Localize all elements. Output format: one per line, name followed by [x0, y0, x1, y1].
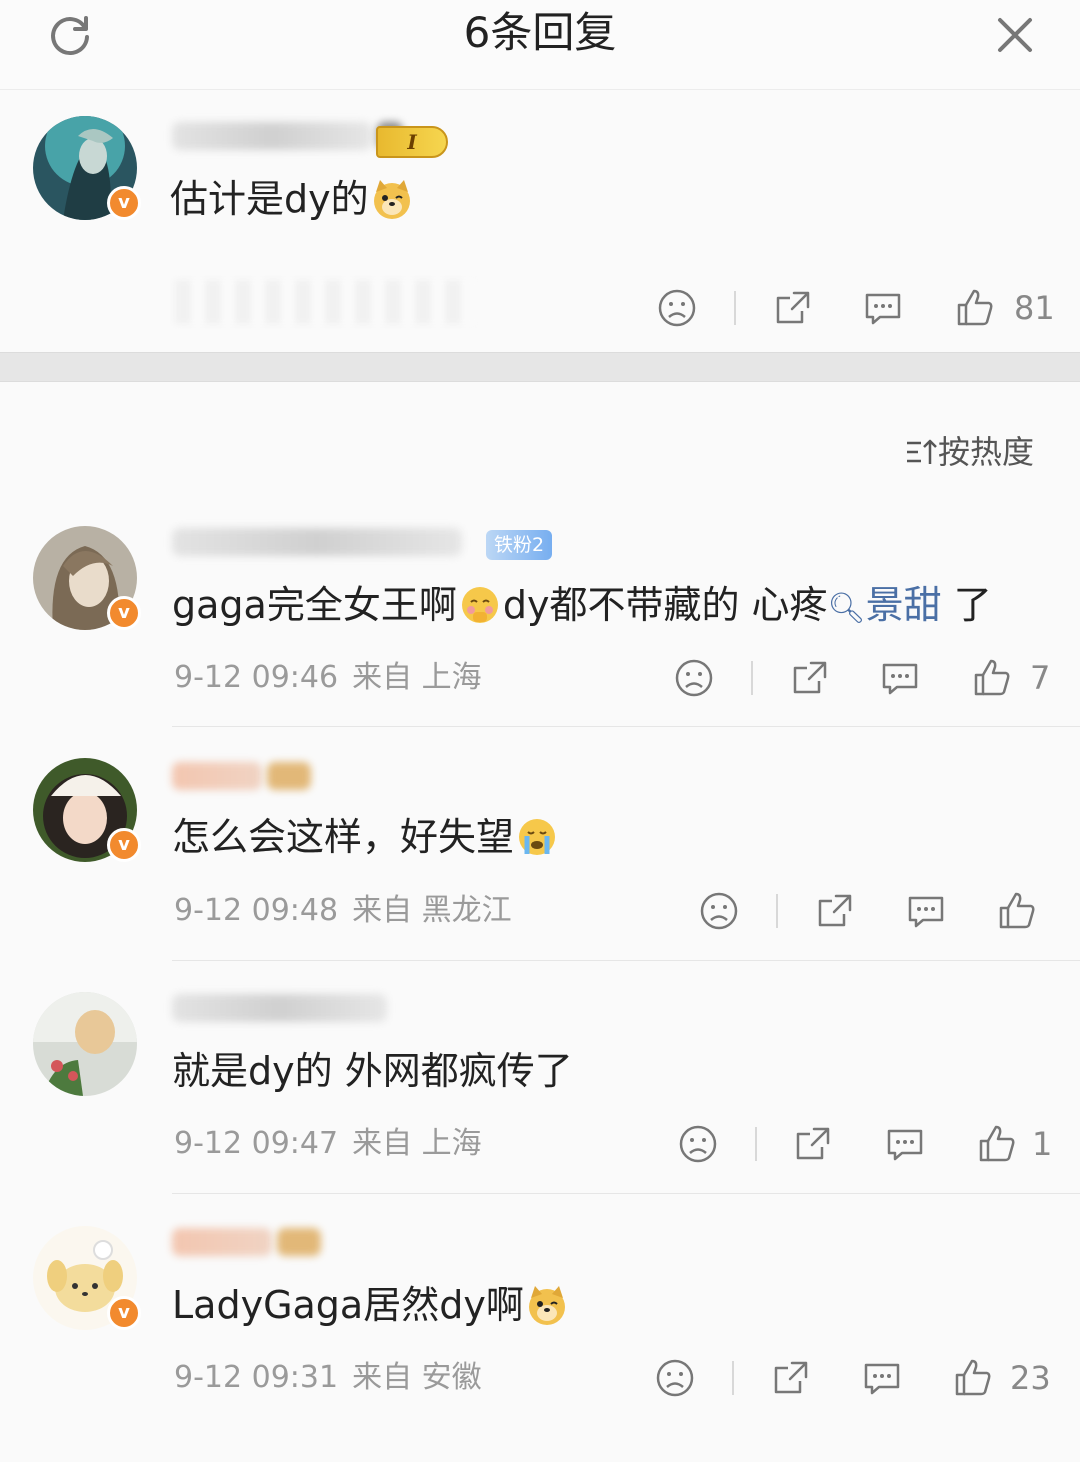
separator: [172, 1193, 1080, 1194]
verified-v-icon: v: [107, 828, 141, 862]
thumbs-up-icon[interactable]: [976, 1123, 1018, 1165]
like-count: 23: [1010, 1359, 1051, 1397]
verified-v-icon: v: [107, 596, 141, 630]
comment-text: 怎么会这样，好失望: [172, 812, 560, 862]
fan-badge: 铁粉2: [486, 530, 553, 560]
timestamp: 9-12 09:46: [174, 660, 339, 695]
timestamp: 9-12 09:31: [174, 1360, 339, 1395]
crying-emoji: [516, 816, 558, 858]
section-divider: [0, 352, 1080, 382]
avatar[interactable]: v: [33, 758, 141, 862]
close-icon[interactable]: [990, 10, 1040, 60]
sad-face-icon[interactable]: [698, 890, 740, 932]
comment-meta: 9-12 09:47 来自 上海: [174, 1124, 482, 1164]
username[interactable]: [172, 528, 462, 568]
verified-v-icon: v: [107, 186, 141, 220]
sort-label: 按热度: [938, 433, 1035, 471]
divider: [776, 894, 778, 928]
page-title: 6条回复: [463, 8, 617, 57]
separator: [172, 726, 1080, 727]
separator: [172, 960, 1080, 961]
like-count: 1: [1032, 1125, 1053, 1163]
avatar[interactable]: v: [33, 526, 141, 630]
sad-face-icon[interactable]: [656, 287, 698, 329]
location: 来自 黑龙江: [352, 893, 512, 928]
comment-icon[interactable]: [905, 890, 947, 932]
comment-meta: 9-12 09:46 来自 上海: [174, 658, 482, 698]
divider: [732, 1361, 734, 1395]
comment-icon[interactable]: [884, 1123, 926, 1165]
sad-face-icon[interactable]: [677, 1123, 719, 1165]
comment-icon[interactable]: [861, 1357, 903, 1399]
share-icon[interactable]: [814, 890, 856, 932]
sad-face-icon[interactable]: [654, 1357, 696, 1399]
divider: [751, 661, 753, 695]
sad-face-icon[interactable]: [673, 657, 715, 699]
shy-emoji: [459, 584, 501, 626]
search-topic-link[interactable]: 🔍︎景甜: [828, 583, 942, 627]
like-count: 81: [1014, 289, 1055, 327]
timestamp: 9-12 09:47: [174, 1126, 339, 1161]
blurred-text: [175, 280, 475, 324]
thumbs-up-icon[interactable]: [952, 1357, 994, 1399]
verified-v-icon: v: [107, 1296, 141, 1330]
like-count: 7: [1030, 659, 1051, 697]
sort-button[interactable]: 按热度: [904, 430, 1034, 474]
avatar[interactable]: [33, 992, 137, 1096]
comment-text: 就是dy的 外网都疯传了: [172, 1049, 573, 1093]
share-icon[interactable]: [770, 1357, 812, 1399]
thumbs-up-icon[interactable]: [954, 287, 996, 329]
member-badge: I: [376, 126, 448, 158]
comment-icon[interactable]: [862, 287, 904, 329]
divider: [734, 291, 736, 325]
comment-meta: 9-12 09:31 来自 安徽: [174, 1358, 482, 1398]
location: 来自 安徽: [352, 1360, 482, 1395]
thumbs-up-icon[interactable]: [996, 890, 1038, 932]
doge-emoji: [526, 1284, 568, 1326]
divider: [755, 1127, 757, 1161]
comment-icon[interactable]: [879, 657, 921, 699]
username[interactable]: [172, 762, 312, 802]
doge-emoji: [371, 178, 413, 220]
location: 来自 上海: [352, 660, 482, 695]
timestamp: 9-12 09:48: [174, 893, 339, 928]
comment-meta: 9-12 09:48 来自 黑龙江: [174, 891, 512, 931]
avatar[interactable]: v: [33, 116, 141, 220]
comment-text: LadyGaga居然dy啊: [172, 1280, 570, 1330]
header-bar: 6条回复: [0, 0, 1080, 90]
username[interactable]: [172, 1228, 322, 1268]
avatar[interactable]: v: [33, 1226, 141, 1330]
sort-icon: [904, 435, 938, 469]
username[interactable]: [172, 994, 387, 1034]
share-icon[interactable]: [772, 287, 814, 329]
location: 来自 上海: [352, 1126, 482, 1161]
comment-text: gaga完全女王啊 dy都不带藏的 心疼🔍︎景甜 了: [172, 583, 992, 627]
share-icon[interactable]: [789, 657, 831, 699]
share-icon[interactable]: [792, 1123, 834, 1165]
comment-text: 估计是dy的: [170, 174, 415, 224]
thumbs-up-icon[interactable]: [971, 657, 1013, 699]
username[interactable]: [172, 122, 404, 162]
